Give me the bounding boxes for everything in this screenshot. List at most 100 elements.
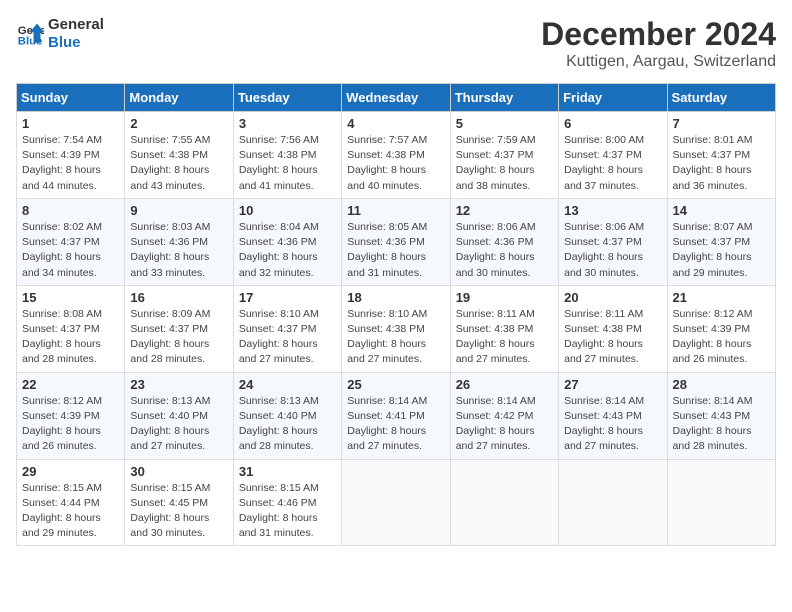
day-info: Sunrise: 7:55 AMSunset: 4:38 PMDaylight:… [130,133,227,194]
day-info: Sunrise: 7:57 AMSunset: 4:38 PMDaylight:… [347,133,444,194]
logo-general: General [48,16,104,34]
header-cell-friday: Friday [559,84,667,112]
day-number: 24 [239,377,336,392]
location-title: Kuttigen, Aargau, Switzerland [541,53,776,71]
week-row-1: 1 Sunrise: 7:54 AMSunset: 4:39 PMDaylight… [17,112,776,199]
calendar-cell: 23 Sunrise: 8:13 AMSunset: 4:40 PMDayligh… [125,372,233,459]
calendar-cell: 17Sunrise: 8:10 AMSunset: 4:37 PMDayligh… [233,285,341,372]
calendar-cell: 21Sunrise: 8:12 AMSunset: 4:39 PMDayligh… [667,285,775,372]
calendar-cell: 7 Sunrise: 8:01 AMSunset: 4:37 PMDaylight… [667,112,775,199]
calendar-cell: 5Sunrise: 7:59 AMSunset: 4:37 PMDaylight… [450,112,558,199]
calendar-cell [342,459,450,546]
day-info: Sunrise: 8:07 AMSunset: 4:37 PMDaylight:… [673,220,770,281]
calendar-cell: 29 Sunrise: 8:15 AMSunset: 4:44 PMDayligh… [17,459,125,546]
header-cell-saturday: Saturday [667,84,775,112]
day-info: Sunrise: 8:13 AMSunset: 4:40 PMDaylight:… [239,394,336,455]
calendar-cell: 11Sunrise: 8:05 AMSunset: 4:36 PMDayligh… [342,198,450,285]
day-number: 31 [239,464,336,479]
day-number: 14 [673,203,770,218]
day-number: 30 [130,464,227,479]
header-cell-monday: Monday [125,84,233,112]
day-info: Sunrise: 7:54 AMSunset: 4:39 PMDaylight:… [22,133,119,194]
day-number: 28 [673,377,770,392]
day-number: 27 [564,377,661,392]
logo-icon: General Blue [16,20,44,48]
calendar-cell: 3Sunrise: 7:56 AMSunset: 4:38 PMDaylight… [233,112,341,199]
day-number: 16 [130,290,227,305]
calendar-cell: 30Sunrise: 8:15 AMSunset: 4:45 PMDayligh… [125,459,233,546]
day-number: 12 [456,203,553,218]
day-info: Sunrise: 8:03 AMSunset: 4:36 PMDaylight:… [130,220,227,281]
calendar-cell: 12 Sunrise: 8:06 AMSunset: 4:36 PMDayligh… [450,198,558,285]
calendar-cell [559,459,667,546]
day-info: Sunrise: 8:10 AMSunset: 4:37 PMDaylight:… [239,307,336,368]
day-number: 9 [130,203,227,218]
calendar-table: SundayMondayTuesdayWednesdayThursdayFrid… [16,83,776,546]
header-cell-thursday: Thursday [450,84,558,112]
day-info: Sunrise: 8:09 AMSunset: 4:37 PMDaylight:… [130,307,227,368]
day-number: 2 [130,116,227,131]
calendar-header-row: SundayMondayTuesdayWednesdayThursdayFrid… [17,84,776,112]
calendar-cell: 6 Sunrise: 8:00 AMSunset: 4:37 PMDaylight… [559,112,667,199]
day-info: Sunrise: 7:59 AMSunset: 4:37 PMDaylight:… [456,133,553,194]
day-info: Sunrise: 8:04 AMSunset: 4:36 PMDaylight:… [239,220,336,281]
logo-blue: Blue [48,34,104,52]
day-number: 15 [22,290,119,305]
day-number: 10 [239,203,336,218]
day-number: 29 [22,464,119,479]
day-info: Sunrise: 8:13 AMSunset: 4:40 PMDaylight:… [130,394,227,455]
week-row-5: 29 Sunrise: 8:15 AMSunset: 4:44 PMDayligh… [17,459,776,546]
calendar-cell: 9 Sunrise: 8:03 AMSunset: 4:36 PMDaylight… [125,198,233,285]
calendar-cell: 13 Sunrise: 8:06 AMSunset: 4:37 PMDayligh… [559,198,667,285]
day-number: 13 [564,203,661,218]
day-info: Sunrise: 8:05 AMSunset: 4:36 PMDaylight:… [347,220,444,281]
calendar-cell: 31Sunrise: 8:15 AMSunset: 4:46 PMDayligh… [233,459,341,546]
day-info: Sunrise: 8:14 AMSunset: 4:43 PMDaylight:… [564,394,661,455]
calendar-cell: 27 Sunrise: 8:14 AMSunset: 4:43 PMDayligh… [559,372,667,459]
day-number: 19 [456,290,553,305]
calendar-cell: 15 Sunrise: 8:08 AMSunset: 4:37 PMDayligh… [17,285,125,372]
day-info: Sunrise: 8:14 AMSunset: 4:42 PMDaylight:… [456,394,553,455]
calendar-cell: 20 Sunrise: 8:11 AMSunset: 4:38 PMDayligh… [559,285,667,372]
calendar-cell: 8 Sunrise: 8:02 AMSunset: 4:37 PMDaylight… [17,198,125,285]
day-number: 6 [564,116,661,131]
header-cell-wednesday: Wednesday [342,84,450,112]
day-info: Sunrise: 8:02 AMSunset: 4:37 PMDaylight:… [22,220,119,281]
week-row-4: 22 Sunrise: 8:12 AMSunset: 4:39 PMDayligh… [17,372,776,459]
calendar-cell: 16 Sunrise: 8:09 AMSunset: 4:37 PMDayligh… [125,285,233,372]
header-cell-sunday: Sunday [17,84,125,112]
calendar-cell [450,459,558,546]
header-cell-tuesday: Tuesday [233,84,341,112]
day-number: 26 [456,377,553,392]
day-info: Sunrise: 8:01 AMSunset: 4:37 PMDaylight:… [673,133,770,194]
day-number: 8 [22,203,119,218]
day-number: 23 [130,377,227,392]
day-number: 7 [673,116,770,131]
calendar-cell: 24 Sunrise: 8:13 AMSunset: 4:40 PMDayligh… [233,372,341,459]
day-info: Sunrise: 8:11 AMSunset: 4:38 PMDaylight:… [564,307,661,368]
day-info: Sunrise: 8:12 AMSunset: 4:39 PMDaylight:… [22,394,119,455]
day-info: Sunrise: 8:12 AMSunset: 4:39 PMDaylight:… [673,307,770,368]
day-info: Sunrise: 8:14 AMSunset: 4:43 PMDaylight:… [673,394,770,455]
week-row-3: 15 Sunrise: 8:08 AMSunset: 4:37 PMDayligh… [17,285,776,372]
calendar-cell: 14 Sunrise: 8:07 AMSunset: 4:37 PMDayligh… [667,198,775,285]
calendar-cell: 1 Sunrise: 7:54 AMSunset: 4:39 PMDaylight… [17,112,125,199]
calendar-cell: 25Sunrise: 8:14 AMSunset: 4:41 PMDayligh… [342,372,450,459]
month-title: December 2024 [541,16,776,53]
day-number: 18 [347,290,444,305]
day-info: Sunrise: 8:15 AMSunset: 4:44 PMDaylight:… [22,481,119,542]
day-number: 20 [564,290,661,305]
day-info: Sunrise: 8:06 AMSunset: 4:36 PMDaylight:… [456,220,553,281]
day-info: Sunrise: 8:08 AMSunset: 4:37 PMDaylight:… [22,307,119,368]
calendar-cell: 28 Sunrise: 8:14 AMSunset: 4:43 PMDayligh… [667,372,775,459]
day-info: Sunrise: 8:06 AMSunset: 4:37 PMDaylight:… [564,220,661,281]
day-number: 3 [239,116,336,131]
day-number: 1 [22,116,119,131]
day-number: 22 [22,377,119,392]
calendar-body: 1 Sunrise: 7:54 AMSunset: 4:39 PMDaylight… [17,112,776,546]
day-info: Sunrise: 8:14 AMSunset: 4:41 PMDaylight:… [347,394,444,455]
title-area: December 2024 Kuttigen, Aargau, Switzerl… [541,16,776,71]
calendar-cell: 26 Sunrise: 8:14 AMSunset: 4:42 PMDayligh… [450,372,558,459]
calendar-cell: 4Sunrise: 7:57 AMSunset: 4:38 PMDaylight… [342,112,450,199]
day-info: Sunrise: 8:00 AMSunset: 4:37 PMDaylight:… [564,133,661,194]
